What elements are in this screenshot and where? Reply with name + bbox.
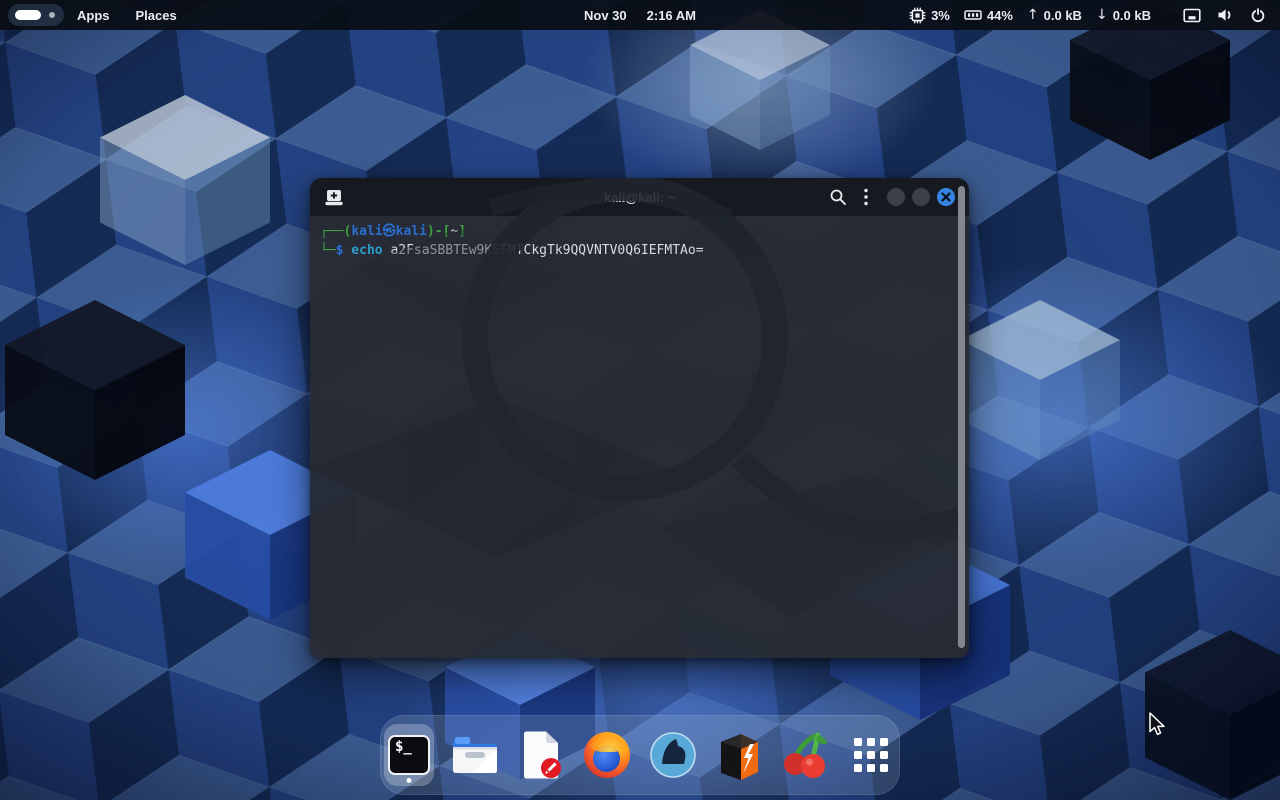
- firefox-flame: [588, 732, 628, 752]
- folder-icon: [451, 735, 499, 775]
- prompt-at-symbol: ㉿: [383, 224, 396, 239]
- prompt-box-close: ]: [458, 224, 466, 239]
- dock: $_: [380, 715, 900, 795]
- power-icon[interactable]: [1248, 5, 1268, 25]
- command-argument: a2FsaSBBTEw9KEFMTCkgTk9QQVNTV0Q6IEFMTAo=: [390, 243, 703, 258]
- burp-cube-bolt-icon: [717, 730, 761, 780]
- down-arrow-icon: ↓: [1096, 7, 1108, 23]
- kali-terminal-icon: $_: [388, 735, 430, 775]
- terminal-body[interactable]: ┌──(kali㉿kali)-[~] └─$ echo a2FsaSBBTEw9…: [310, 216, 969, 658]
- window-title: kali@kali: ~: [604, 190, 676, 205]
- system-status-area[interactable]: [1181, 5, 1268, 25]
- volume-icon[interactable]: [1215, 5, 1236, 25]
- memory-indicator: 44%: [964, 7, 1013, 23]
- net-down-indicator: ↓ 0.0 kB: [1096, 7, 1151, 23]
- close-button[interactable]: [937, 188, 955, 206]
- window-controls: [887, 188, 955, 206]
- prompt-host: kali: [396, 224, 427, 239]
- cpu-indicator: 3%: [909, 7, 950, 24]
- clock[interactable]: Nov 30 2:16 AM: [584, 0, 696, 30]
- maximize-button[interactable]: [912, 188, 930, 206]
- dock-item-cherrytree[interactable]: [780, 724, 830, 786]
- search-icon: [829, 188, 847, 206]
- memory-icon: [964, 7, 982, 23]
- workspace-inactive-dot[interactable]: [49, 12, 55, 18]
- prompt-box-open: ┌──(: [320, 224, 351, 239]
- running-indicator-dot: [407, 778, 412, 783]
- memory-value: 44%: [987, 8, 1013, 23]
- app-grid-icon: [854, 738, 888, 772]
- desktop: Apps Places Nov 30 2:16 AM 3%: [0, 0, 1280, 800]
- terminal-titlebar[interactable]: kali@kali: ~: [310, 178, 969, 216]
- terminal-output: ┌──(kali㉿kali)-[~] └─$ echo a2FsaSBBTEw9…: [310, 216, 969, 260]
- clock-time: 2:16 AM: [647, 8, 696, 23]
- dock-item-text-editor[interactable]: [516, 724, 566, 786]
- net-down-value: 0.0 kB: [1113, 8, 1151, 23]
- kebab-menu-icon: [863, 188, 869, 206]
- dock-item-burpsuite[interactable]: [714, 724, 764, 786]
- terminal-scrollbar[interactable]: [958, 186, 965, 648]
- new-tab-button[interactable]: [320, 184, 348, 211]
- menu-button[interactable]: [859, 184, 873, 210]
- close-icon: [941, 192, 951, 202]
- cherries-icon: [782, 731, 828, 779]
- terminal-icon-text: $_: [395, 739, 412, 755]
- prompt-box-bottom: └─: [320, 243, 336, 258]
- panel-indicators: 3% 44% ↑ 0.0 kB ↓ 0.0 kB: [895, 5, 1280, 25]
- dock-item-show-apps[interactable]: [846, 724, 896, 786]
- prompt-mid: )-[: [427, 224, 450, 239]
- net-up-value: 0.0 kB: [1044, 8, 1082, 23]
- workspace-active-pill[interactable]: [15, 10, 41, 20]
- wireshark-fin-icon: [650, 732, 696, 778]
- firefox-icon: [584, 732, 630, 778]
- up-arrow-icon: ↑: [1027, 7, 1039, 23]
- cpu-chip-icon: [909, 7, 926, 24]
- minimize-button[interactable]: [887, 188, 905, 206]
- clock-date: Nov 30: [584, 8, 627, 23]
- dock-item-firefox[interactable]: [582, 724, 632, 786]
- cpu-value: 3%: [931, 8, 950, 23]
- terminal-window: kali@kali: ~: [310, 178, 969, 658]
- document-pencil-icon: [520, 730, 562, 780]
- screen-icon[interactable]: [1181, 6, 1203, 25]
- top-panel: Apps Places Nov 30 2:16 AM 3%: [0, 0, 1280, 30]
- dock-item-wireshark[interactable]: [648, 724, 698, 786]
- dock-item-file-manager[interactable]: [450, 724, 500, 786]
- command-echo: echo: [343, 243, 390, 258]
- dock-item-terminal[interactable]: $_: [384, 724, 434, 786]
- prompt-user: kali: [351, 224, 382, 239]
- search-button[interactable]: [825, 184, 851, 210]
- places-menu-button[interactable]: Places: [123, 0, 190, 30]
- apps-menu-button[interactable]: Apps: [64, 0, 123, 30]
- new-tab-icon: [324, 188, 344, 207]
- workspace-switcher[interactable]: [8, 4, 64, 26]
- net-up-indicator: ↑ 0.0 kB: [1027, 7, 1082, 23]
